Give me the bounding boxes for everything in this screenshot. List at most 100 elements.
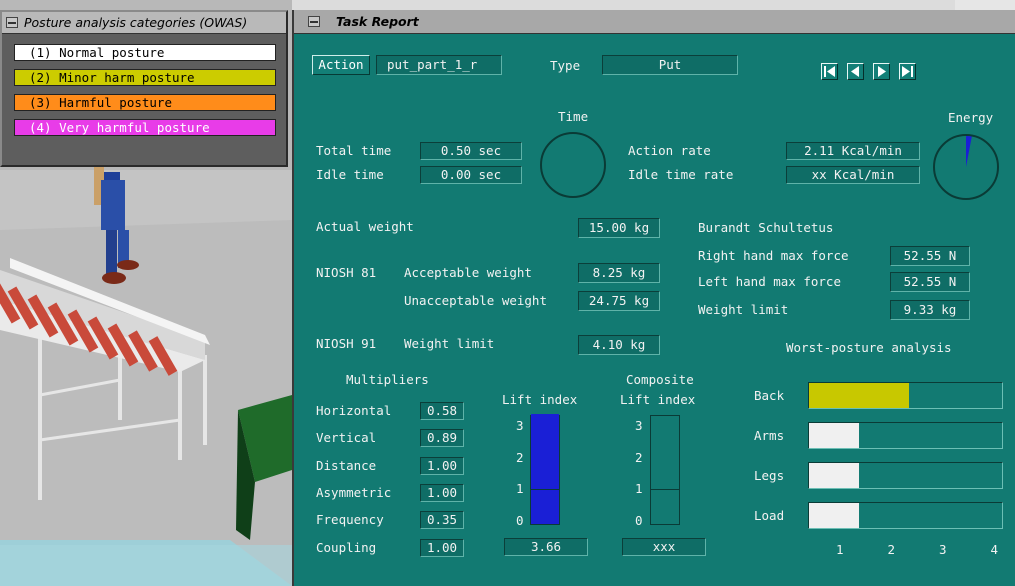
composite-tick: 0 xyxy=(635,512,643,528)
last-icon xyxy=(902,66,913,77)
niosh81-label: NIOSH 81 xyxy=(316,265,377,280)
lift-index-tick: 2 xyxy=(516,449,524,465)
actual-weight-label: Actual weight xyxy=(316,219,414,234)
posture-label: Legs xyxy=(754,468,785,483)
lift-index-fill xyxy=(531,414,559,524)
first-icon xyxy=(824,66,835,77)
posture-bar xyxy=(808,382,1003,409)
multiplier-label: Vertical xyxy=(316,430,377,446)
left-hand-field: 52.55 N xyxy=(890,272,970,292)
posture-scale-tick: 4 xyxy=(990,542,999,557)
multiplier-field: 1.00 xyxy=(420,456,464,475)
right-hand-label: Right hand max force xyxy=(698,248,849,263)
niosh91-label: NIOSH 91 xyxy=(316,336,377,351)
window-menu-icon[interactable] xyxy=(6,17,18,28)
posture-bar-fill xyxy=(809,463,859,488)
lift-index-tick: 3 xyxy=(516,418,524,433)
category-very-harmful-label: (4) Very harmful posture xyxy=(29,120,210,135)
multiplier-field: 0.89 xyxy=(420,429,464,448)
action-rate-field: 2.11 Kcal/min xyxy=(786,142,920,160)
idle-time-rate-label: Idle time rate xyxy=(628,167,734,182)
posture-label: Arms xyxy=(754,428,785,443)
posture-label: Back xyxy=(754,388,785,403)
owas-title: Posture analysis categories (OWAS) xyxy=(24,15,248,30)
left-hand-label: Left hand max force xyxy=(698,274,841,289)
multiplier-label: Frequency xyxy=(316,512,384,528)
task-report-window: Task Report Action put_part_1_r Type Put… xyxy=(292,10,1015,586)
posture-bar-fill xyxy=(809,383,909,408)
posture-bar xyxy=(808,502,1003,529)
category-harmful-label: (3) Harmful posture xyxy=(29,95,172,110)
energy-dial xyxy=(933,134,999,200)
lift-index-tick: 1 xyxy=(516,481,524,496)
action-rate-label: Action rate xyxy=(628,143,711,158)
first-button[interactable] xyxy=(821,63,838,80)
multiplier-field: 0.58 xyxy=(420,402,464,420)
category-minor-harm: (2) Minor harm posture xyxy=(14,69,276,86)
posture-scale-tick: 2 xyxy=(887,542,896,557)
type-field[interactable]: Put xyxy=(602,55,738,75)
energy-wedge xyxy=(966,136,972,167)
window-menu-icon[interactable] xyxy=(308,16,320,27)
burandt-heading: Burandt Schultetus xyxy=(698,220,834,235)
posture-bar-fill xyxy=(809,503,859,528)
posture-label: Load xyxy=(754,508,785,523)
category-normal-label: (1) Normal posture xyxy=(29,45,165,60)
type-label: Type xyxy=(550,58,581,73)
owas-legend-window: Posture analysis categories (OWAS) (1) N… xyxy=(0,10,288,167)
posture-scale-tick: 3 xyxy=(939,542,947,557)
category-normal: (1) Normal posture xyxy=(14,44,276,61)
previous-icon xyxy=(851,66,859,77)
multiplier-label: Distance xyxy=(316,457,377,473)
total-time-field: 0.50 sec xyxy=(420,142,522,160)
total-time-label: Total time xyxy=(316,143,392,158)
category-very-harmful: (4) Very harmful posture xyxy=(14,119,276,136)
worst-posture-heading: Worst-posture analysis xyxy=(786,340,952,355)
owas-title-bar[interactable]: Posture analysis categories (OWAS) xyxy=(2,12,286,34)
multiplier-field: 0.35 xyxy=(420,511,464,530)
multiplier-label: Asymmetric xyxy=(316,484,392,500)
task-report-title: Task Report xyxy=(336,14,419,29)
actual-weight-field: 15.00 kg xyxy=(578,218,660,238)
idle-time-rate-field: xx Kcal/min xyxy=(786,166,920,184)
idle-time-field: 0.00 sec xyxy=(420,166,522,184)
next-icon xyxy=(878,66,886,77)
composite-tick: 3 xyxy=(635,418,643,433)
multipliers-heading: Multipliers xyxy=(346,372,429,387)
time-heading: Time xyxy=(558,109,589,124)
multiplier-label: Horizontal xyxy=(316,403,392,418)
lift-index-bar xyxy=(530,414,560,525)
burandt-weight-limit-field: 9.33 kg xyxy=(890,300,970,320)
unacceptable-weight-label: Unacceptable weight xyxy=(404,293,547,308)
next-button[interactable] xyxy=(873,63,890,80)
composite-heading: Composite xyxy=(626,372,694,387)
composite-field: xxx xyxy=(622,538,706,556)
burandt-weight-limit-label: Weight limit xyxy=(698,302,789,317)
composite-divider xyxy=(651,489,679,490)
multiplier-field: 1.00 xyxy=(420,483,464,502)
energy-heading: Energy xyxy=(948,110,994,125)
time-dial xyxy=(540,132,606,198)
lift-index-heading: Lift index xyxy=(502,392,578,407)
niosh91-weight-limit-field: 4.10 kg xyxy=(578,335,660,355)
multiplier-field: 1.00 xyxy=(420,538,464,557)
acceptable-weight-field: 8.25 kg xyxy=(578,263,660,283)
previous-button[interactable] xyxy=(847,63,864,80)
niosh91-weight-limit-label: Weight limit xyxy=(404,336,495,351)
composite-tick: 1 xyxy=(635,481,643,496)
lift-index-tick: 0 xyxy=(516,512,524,528)
lift-index-divider xyxy=(531,489,559,490)
last-button[interactable] xyxy=(899,63,916,80)
window-top-edge xyxy=(292,0,955,10)
right-hand-field: 52.55 N xyxy=(890,246,970,266)
category-harmful: (3) Harmful posture xyxy=(14,94,276,111)
unacceptable-weight-field: 24.75 kg xyxy=(578,291,660,311)
posture-bar-fill xyxy=(809,423,859,448)
composite-lift-index-heading: Lift index xyxy=(620,392,696,407)
task-report-title-bar[interactable]: Task Report xyxy=(294,10,1015,34)
action-name-field[interactable]: put_part_1_r xyxy=(376,55,502,75)
action-button[interactable]: Action xyxy=(312,55,370,75)
posture-bar xyxy=(808,422,1003,449)
category-minor-harm-label: (2) Minor harm posture xyxy=(29,70,195,85)
composite-tick: 2 xyxy=(635,449,643,465)
